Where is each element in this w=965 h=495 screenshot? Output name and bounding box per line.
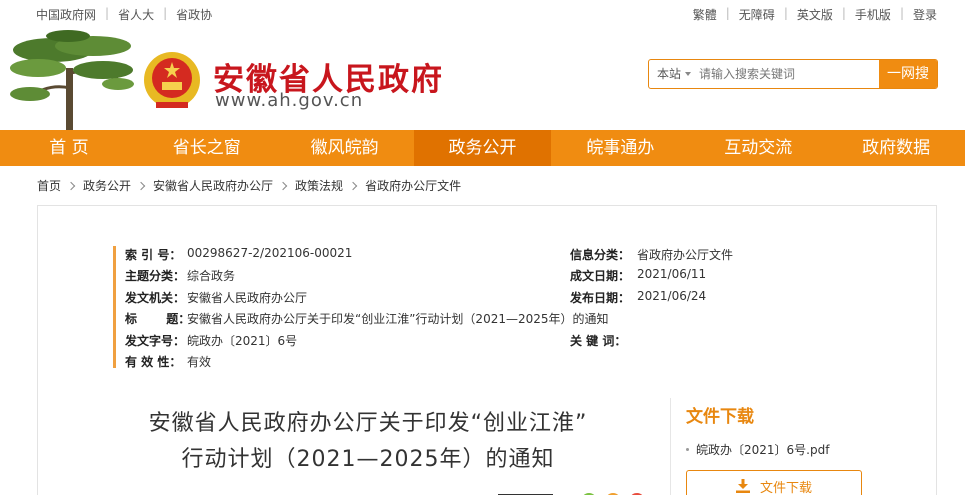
meta-info-category-value: 省政府办公厅文件: [637, 248, 734, 262]
meta-row: 发文机关： 安徽省人民政府办公厅 发布日期： 2021/06/24: [113, 289, 833, 309]
nav-item-services[interactable]: 皖事通办: [551, 130, 689, 166]
pine-tree-logo: [10, 30, 134, 132]
meta-title-value: 安徽省人民政府办公厅关于印发“创业江淮”行动计划（2021—2025年）的通知: [187, 312, 609, 326]
download-icon: [735, 479, 750, 493]
meta-created-value: 2021/06/11: [637, 267, 707, 281]
nav-item-home[interactable]: 首 页: [0, 130, 138, 166]
meta-row: 有 效 性： 有效: [113, 353, 833, 373]
chevron-right-icon: [348, 181, 358, 190]
chevron-right-icon: [66, 181, 76, 190]
meta-row: 索 引 号： 00298627-2/202106-00021 信息分类： 省政府…: [113, 246, 833, 266]
search-box: 本站 一网搜: [648, 59, 938, 89]
meta-row: 标 题： 安徽省人民政府办公厅关于印发“创业江淮”行动计划（2021—2025年…: [113, 310, 833, 330]
meta-docno-label: 发文字号：: [125, 334, 186, 348]
main-nav: 首 页 省长之窗 徽风皖韵 政务公开 皖事通办 互动交流 政府数据: [0, 130, 965, 166]
vertical-divider: [670, 398, 671, 495]
site-url: www.ah.gov.cn: [215, 90, 364, 111]
meta-published-label: 发布日期：: [570, 291, 631, 305]
nav-item-interaction[interactable]: 互动交流: [689, 130, 827, 166]
breadcrumb-office-documents[interactable]: 省政府办公厅文件: [365, 177, 461, 194]
meta-issuer-value: 安徽省人民政府办公厅: [187, 291, 308, 305]
search-input[interactable]: [693, 60, 879, 88]
document-title-line-1: 安徽省人民政府办公厅关于印发“创业江淮”: [148, 411, 588, 436]
national-emblem-icon: [144, 52, 200, 108]
nav-item-culture[interactable]: 徽风皖韵: [276, 130, 414, 166]
meta-row: 发文字号： 皖政办〔2021〕6号 关 键 词：: [113, 332, 833, 352]
nav-item-gov-affairs[interactable]: 政务公开: [413, 130, 552, 166]
meta-index-label: 索 引 号：: [125, 248, 182, 262]
document-title-line-2: 行动计划（2021—2025年）的通知: [181, 447, 555, 472]
dropdown-caret-icon: [685, 72, 692, 76]
meta-created-label: 成文日期：: [570, 269, 631, 283]
meta-title-label: 标 题：: [125, 312, 191, 326]
nav-item-gov-data[interactable]: 政府数据: [827, 130, 965, 166]
meta-topic-value: 综合政务: [187, 269, 236, 283]
breadcrumb-policies[interactable]: 政策法规: [295, 177, 343, 194]
breadcrumb-home[interactable]: 首页: [37, 177, 61, 194]
download-file-link[interactable]: 皖政办〔2021〕6号.pdf: [686, 441, 916, 458]
meta-info-category-label: 信息分类：: [570, 248, 631, 262]
search-button[interactable]: 一网搜: [879, 60, 937, 88]
file-download-heading: 文件下载: [686, 407, 754, 427]
search-scope-select[interactable]: 本站: [649, 60, 693, 88]
search-scope-label: 本站: [657, 67, 682, 81]
chevron-right-icon: [136, 181, 146, 190]
file-download-section: 文件下载 皖政办〔2021〕6号.pdf 文件下载: [686, 402, 916, 495]
meta-keywords-label: 关 键 词：: [570, 334, 627, 348]
document-title: 安徽省人民政府办公厅关于印发“创业江淮” 行动计划（2021—2025年）的通知: [98, 406, 638, 478]
breadcrumb-gov-affairs[interactable]: 政务公开: [83, 177, 131, 194]
meta-topic-label: 主题分类：: [125, 269, 186, 283]
chevron-right-icon: [278, 181, 288, 190]
content-panel: 索 引 号： 00298627-2/202106-00021 信息分类： 省政府…: [37, 205, 937, 495]
download-file-name: 皖政办〔2021〕6号.pdf: [696, 443, 830, 457]
meta-published-value: 2021/06/24: [637, 289, 707, 303]
meta-validity-label: 有 效 性：: [125, 355, 182, 369]
file-download-button[interactable]: 文件下载: [686, 470, 862, 495]
nav-item-governor[interactable]: 省长之窗: [138, 130, 276, 166]
meta-row: 主题分类： 综合政务 成文日期： 2021/06/11: [113, 267, 833, 287]
site-header: 安徽省人民政府 www.ah.gov.cn 本站 一网搜: [0, 20, 965, 132]
file-download-button-label: 文件下载: [759, 480, 812, 495]
meta-docno-value: 皖政办〔2021〕6号: [187, 334, 298, 348]
breadcrumb-general-office[interactable]: 安徽省人民政府办公厅: [153, 177, 273, 194]
meta-validity-value: 有效: [187, 355, 212, 369]
breadcrumb: 首页 政务公开 安徽省人民政府办公厅 政策法规 省政府办公厅文件: [37, 177, 461, 194]
bullet-dot-icon: [686, 448, 689, 451]
meta-issuer-label: 发文机关：: [125, 291, 186, 305]
meta-index-value: 00298627-2/202106-00021: [187, 246, 353, 260]
